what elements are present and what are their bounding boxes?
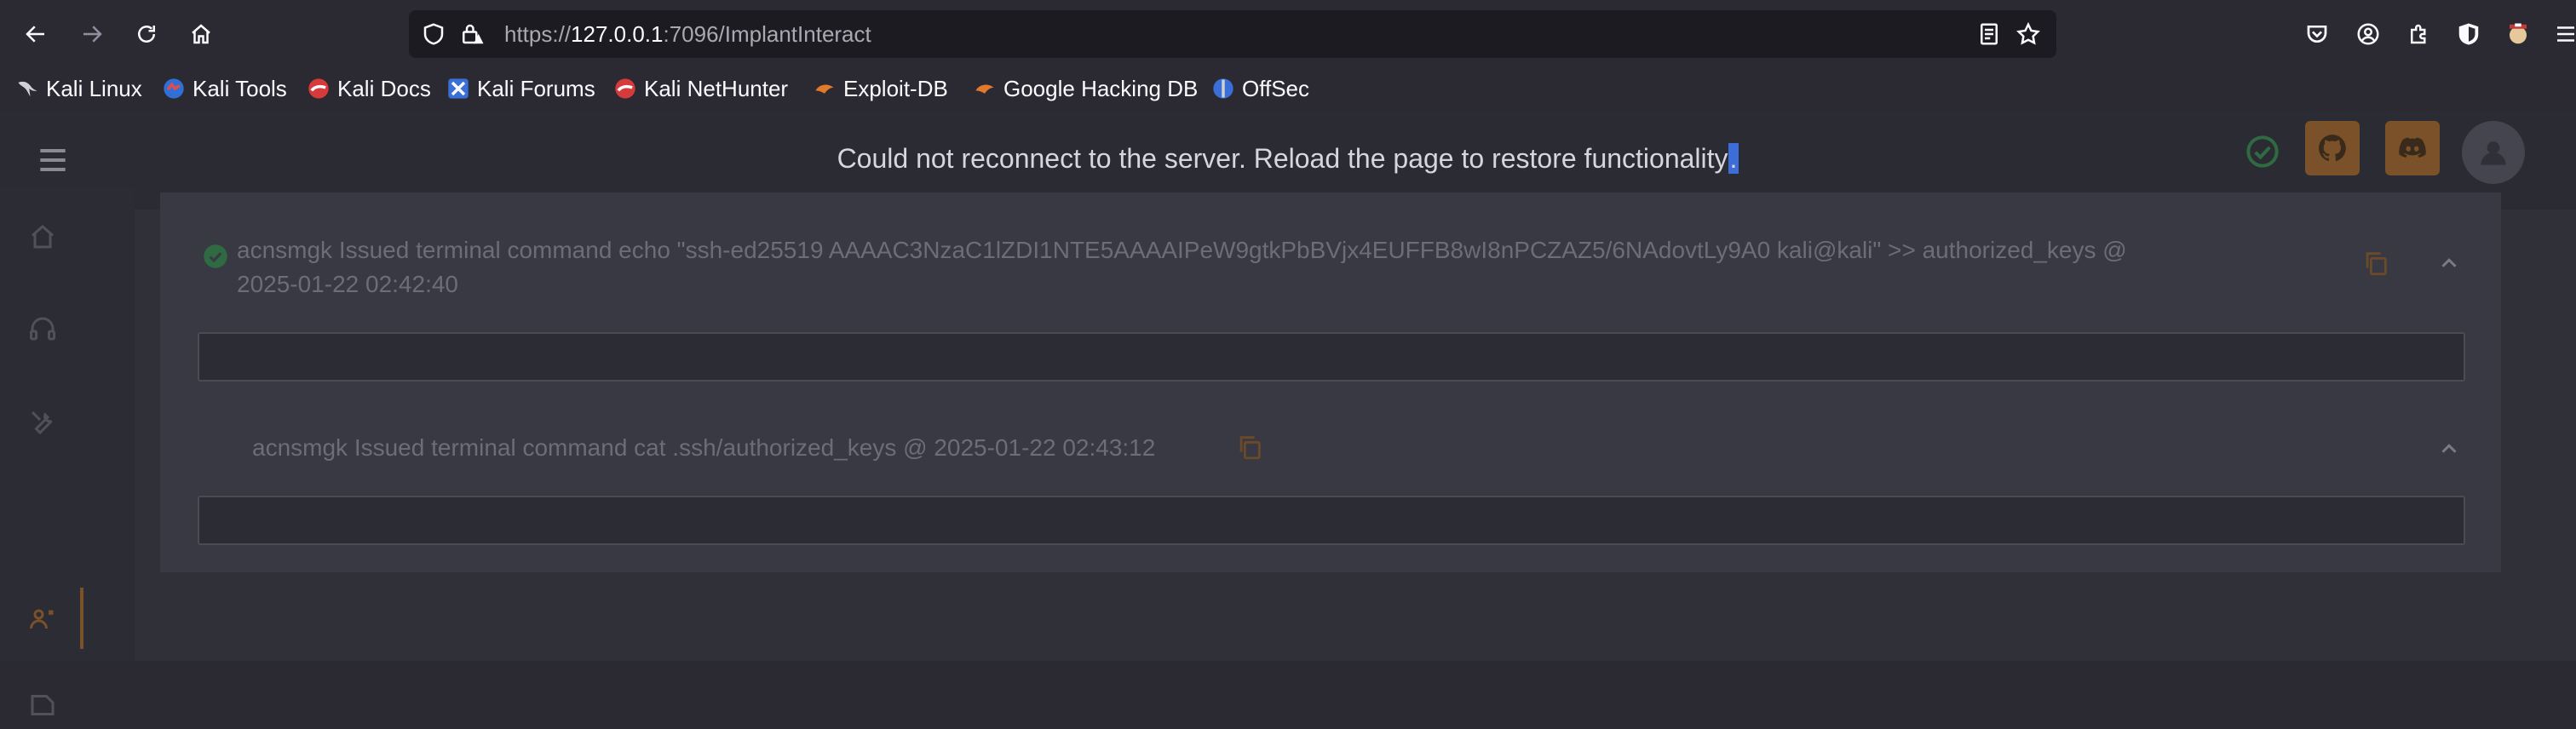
copy-icon[interactable] xyxy=(2361,249,2390,278)
ublock-shield-icon[interactable] xyxy=(2447,12,2491,56)
success-check-icon xyxy=(203,244,228,269)
browser-toolbar: https://127.0.0.1:7096/ImplantInteract xyxy=(0,0,2576,66)
app-sidebar xyxy=(0,187,135,715)
bookmark-label: Google Hacking DB xyxy=(1003,75,1199,101)
copy-icon[interactable] xyxy=(1235,433,1264,462)
command-entry-text: acnsmgk Issued terminal command cat .ssh… xyxy=(252,434,1156,461)
bookmark-offsec[interactable]: OffSec xyxy=(1211,73,1309,104)
command-output-1[interactable] xyxy=(198,332,2465,382)
kali-tools-icon xyxy=(162,77,186,100)
exploit-db-icon xyxy=(813,77,837,100)
forward-arrow-icon[interactable] xyxy=(70,12,114,56)
sidebar-headphones-icon[interactable] xyxy=(19,305,66,353)
bookmark-label: Exploit-DB xyxy=(843,75,948,101)
sidebar-implants-icon[interactable] xyxy=(19,594,66,642)
kali-nethunter-icon xyxy=(613,77,637,100)
terminal-history-panel: acnsmgk Issued terminal command echo "ss… xyxy=(160,192,2501,572)
bookmark-kali-linux[interactable]: Kali Linux xyxy=(15,73,142,104)
kali-docs-icon xyxy=(307,77,331,100)
bookmark-label: Kali Docs xyxy=(337,75,431,101)
app-root: Could not reconnect to the server. Reloa… xyxy=(0,111,2576,715)
bookmark-label: Kali NetHunter xyxy=(644,75,789,101)
profile-extension-icon[interactable] xyxy=(2496,12,2540,56)
bookmark-exploit-db[interactable]: Exploit-DB xyxy=(813,73,948,104)
url-scheme: https:// xyxy=(504,21,572,47)
reconnect-banner: Could not reconnect to the server. Reloa… xyxy=(0,143,2576,175)
kali-forums-icon xyxy=(446,77,470,100)
offsec-icon xyxy=(1211,77,1235,100)
bookmark-star-icon[interactable] xyxy=(2015,21,2041,47)
command-entry-text: acnsmgk Issued terminal command echo "ss… xyxy=(237,237,2127,263)
save-to-pocket-icon[interactable] xyxy=(2295,12,2339,56)
bookmark-kali-nethunter[interactable]: Kali NetHunter xyxy=(613,73,788,104)
bookmark-label: Kali Linux xyxy=(46,75,142,101)
bookmarks-bar: Kali Linux Kali Tools Kali Docs Kali For… xyxy=(0,66,2576,111)
discord-icon xyxy=(2399,137,2426,158)
lock-warning-icon[interactable] xyxy=(458,21,484,47)
sidebar-tools-icon[interactable] xyxy=(19,399,66,446)
shield-icon[interactable] xyxy=(421,21,446,47)
command-output-2[interactable] xyxy=(198,496,2465,545)
chevron-up-icon[interactable] xyxy=(2436,436,2462,462)
url-path: :7096/ImplantInteract xyxy=(663,21,871,47)
bookmark-kali-docs[interactable]: Kali Docs xyxy=(307,73,431,104)
command-entry-2[interactable]: acnsmgk Issued terminal command cat .ssh… xyxy=(252,431,1155,465)
connection-check-icon xyxy=(2245,135,2280,169)
bookmark-google-hacking-db[interactable]: Google Hacking DB xyxy=(973,73,1198,104)
github-button[interactable] xyxy=(2305,121,2360,175)
reload-icon[interactable] xyxy=(124,12,169,56)
bookmark-kali-forums[interactable]: Kali Forums xyxy=(446,73,595,104)
bookmark-label: Kali Tools xyxy=(193,75,287,101)
selected-text: . xyxy=(1728,143,1739,174)
chevron-up-icon[interactable] xyxy=(2436,250,2462,276)
ghdb-icon xyxy=(973,77,997,100)
sidebar-home-icon[interactable] xyxy=(19,213,66,261)
account-icon[interactable] xyxy=(2346,12,2390,56)
command-entry-1[interactable]: acnsmgk Issued terminal command echo "ss… xyxy=(237,233,2315,301)
kali-dragon-icon xyxy=(15,77,39,100)
extensions-icon[interactable] xyxy=(2397,12,2441,56)
sidebar-active-indicator xyxy=(80,588,83,649)
url-bar[interactable]: https://127.0.0.1:7096/ImplantInteract xyxy=(409,10,2056,58)
url-text[interactable]: https://127.0.0.1:7096/ImplantInteract xyxy=(504,21,871,48)
reader-view-icon[interactable] xyxy=(1976,21,2002,47)
url-host: 127.0.0.1 xyxy=(571,21,664,47)
command-entry-timestamp: 2025-01-22 02:42:40 xyxy=(237,271,458,297)
sidebar-tag-icon[interactable] xyxy=(19,681,66,729)
bookmark-kali-tools[interactable]: Kali Tools xyxy=(162,73,287,104)
github-icon xyxy=(2319,135,2346,162)
bookmark-label: Kali Forums xyxy=(477,75,595,101)
reconnect-message: Could not reconnect to the server. Reloa… xyxy=(837,143,1728,174)
discord-button[interactable] xyxy=(2385,121,2440,175)
menu-icon[interactable] xyxy=(2544,12,2576,56)
bookmark-label: OffSec xyxy=(1242,75,1310,101)
back-arrow-icon[interactable] xyxy=(14,12,58,56)
home-icon[interactable] xyxy=(179,12,223,56)
user-avatar[interactable] xyxy=(2462,121,2525,184)
user-avatar-icon xyxy=(2481,141,2506,165)
